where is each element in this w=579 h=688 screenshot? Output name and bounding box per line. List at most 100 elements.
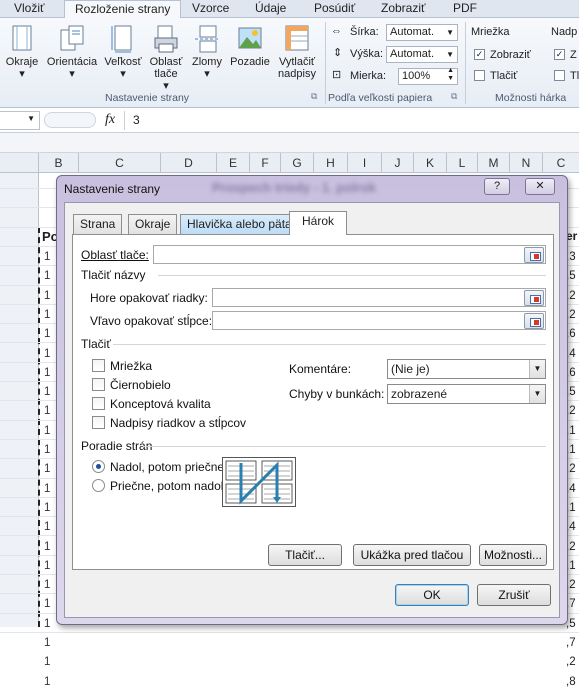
margins-button[interactable]: Okraje ▾ <box>4 24 40 80</box>
chevron-down-icon[interactable]: ▼ <box>529 385 545 403</box>
height-select[interactable]: Automat. ▼ <box>386 46 458 63</box>
column-header[interactable]: I <box>348 153 382 173</box>
column-header[interactable]: D <box>161 153 217 173</box>
tab-page[interactable]: Strana <box>73 214 123 234</box>
scale-group-label: Podľa veľkosti papiera <box>328 92 433 104</box>
width-icon: ⇔ <box>331 25 342 37</box>
close-icon: ✕ <box>535 180 545 192</box>
column-header[interactable]: E <box>217 153 250 173</box>
row-number: 1 <box>44 366 51 379</box>
orientation-button[interactable]: Orientácia ▾ <box>44 24 100 80</box>
page-setup-group-label: Nastavenie strany <box>105 92 190 104</box>
divider <box>158 275 546 276</box>
column-header[interactable]: F <box>250 153 281 173</box>
rows-repeat-input[interactable] <box>212 288 546 307</box>
print-button[interactable]: Tlačiť... <box>268 544 342 566</box>
cell-errors-select[interactable]: zobrazené ▼ <box>387 384 546 404</box>
cell-value: ,7 <box>566 637 576 649</box>
ok-button[interactable]: OK <box>395 584 469 606</box>
gridlines-checkbox[interactable] <box>92 359 105 372</box>
column-header[interactable]: L <box>447 153 478 173</box>
close-button[interactable]: ✕ <box>525 178 555 195</box>
cell-value: ,8 <box>566 675 576 688</box>
tab-sheet[interactable]: Hárok <box>289 211 348 235</box>
column-header[interactable]: H <box>314 153 348 173</box>
cell-errors-label: Chyby v bunkách: <box>289 387 385 401</box>
row-number: 1 <box>44 598 51 611</box>
cancel-button[interactable]: Zrušiť <box>477 584 551 606</box>
options-button[interactable]: Možnosti... <box>479 544 547 566</box>
gridlines-checkbox-label: Mriežka <box>110 359 153 373</box>
row-col-headings-checkbox[interactable] <box>92 416 105 429</box>
divider <box>143 446 546 447</box>
row-number: 1 <box>44 308 51 321</box>
column-header[interactable]: G <box>281 153 314 173</box>
size-button[interactable]: Veľkosť ▾ <box>102 24 144 80</box>
tab-view[interactable]: Zobraziť <box>381 0 426 18</box>
comments-select[interactable]: (Nie je) ▼ <box>387 359 546 379</box>
gridlines-view-checkbox[interactable]: ✓ <box>474 49 485 60</box>
print-preview-button[interactable]: Ukážka pred tlačou <box>353 544 471 566</box>
page-order-preview-icon <box>222 457 296 507</box>
row-number: 1 <box>44 501 51 514</box>
spinner-arrows-icon[interactable]: ▲ ▼ <box>447 67 454 83</box>
ribbon-separator <box>465 22 466 104</box>
breaks-button[interactable]: Zlomy ▾ <box>188 24 226 80</box>
column-headers: B C D E F G H I J K L M N C <box>0 153 579 173</box>
range-select-icon[interactable] <box>524 247 544 263</box>
order-over-then-down-radio[interactable] <box>92 479 105 492</box>
cell-value: ,2 <box>566 656 576 669</box>
insert-function-icon[interactable]: fx <box>105 112 115 128</box>
comments-label: Komentáre: <box>289 362 352 376</box>
chevron-down-icon: ▼ <box>446 28 454 37</box>
range-select-icon[interactable] <box>524 290 544 306</box>
print-area-input[interactable] <box>153 245 546 264</box>
chevron-down-icon[interactable]: ▼ <box>27 114 35 123</box>
name-box[interactable]: ▼ <box>0 111 40 130</box>
row-number: 1 <box>44 521 51 534</box>
formula-controls <box>44 112 96 128</box>
column-header[interactable]: C <box>79 153 161 173</box>
tab-pdf[interactable]: PDF <box>453 0 477 18</box>
cols-repeat-input[interactable] <box>212 311 546 330</box>
sheet-tab-panel: Oblasť tlače: Tlačiť názvy Hore opakovať… <box>72 234 554 570</box>
range-select-icon[interactable] <box>524 313 544 329</box>
column-header[interactable]: C <box>543 153 579 173</box>
formula-spacer <box>0 133 579 153</box>
column-header[interactable]: M <box>478 153 510 173</box>
headings-print-checkbox[interactable] <box>554 70 565 81</box>
height-icon: ⇕ <box>333 47 343 59</box>
black-white-checkbox[interactable] <box>92 378 105 391</box>
tab-header-footer[interactable]: Hlavička alebo päta <box>180 214 299 234</box>
scale-spinner[interactable]: 100% ▲ ▼ <box>398 67 458 85</box>
gridlines-print-checkbox[interactable] <box>474 70 485 81</box>
width-select[interactable]: Automat. ▼ <box>386 24 458 41</box>
draft-quality-checkbox[interactable] <box>92 397 105 410</box>
formula-input[interactable]: 3 <box>124 111 579 130</box>
scale-launcher-icon[interactable]: ⧉ <box>451 91 457 102</box>
headings-view-checkbox[interactable]: ✓ <box>554 49 565 60</box>
help-button[interactable]: ? <box>484 178 510 195</box>
column-header[interactable]: J <box>382 153 414 173</box>
background-button[interactable]: Pozadie <box>228 24 272 68</box>
tab-page-layout[interactable]: Rozloženie strany <box>64 0 182 19</box>
tab-data[interactable]: Údaje <box>255 0 286 18</box>
column-header[interactable]: N <box>510 153 543 173</box>
print-titles-section: Tlačiť názvy <box>81 268 146 282</box>
tab-insert[interactable]: Vložiť <box>14 0 45 18</box>
tab-review[interactable]: Posúdiť <box>314 0 355 18</box>
orientation-label: Orientácia <box>46 56 98 68</box>
select-all-corner[interactable] <box>0 153 39 173</box>
column-header[interactable]: B <box>39 153 79 173</box>
tab-formulas[interactable]: Vzorce <box>192 0 229 18</box>
column-header[interactable]: K <box>414 153 447 173</box>
tab-margins[interactable]: Okraje <box>128 214 178 234</box>
row-number: 1 <box>44 637 51 649</box>
chevron-down-icon[interactable]: ▼ <box>529 360 545 378</box>
order-down-then-over-radio[interactable] <box>92 460 105 473</box>
print-area-button[interactable]: Oblasť tlače ▾ <box>146 24 186 92</box>
print-titles-button[interactable]: Vytlačiť nadpisy <box>274 24 320 80</box>
gridlines-group-title: Mriežka <box>471 26 510 38</box>
page-setup-launcher-icon[interactable]: ⧉ <box>311 91 317 102</box>
draft-quality-checkbox-label: Konceptová kvalita <box>110 397 211 411</box>
